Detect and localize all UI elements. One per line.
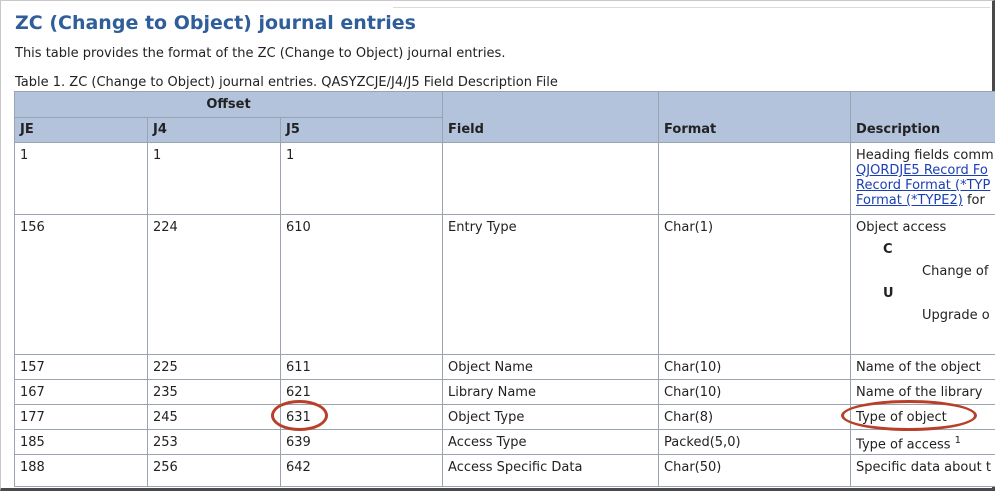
format-cell bbox=[658, 142, 852, 215]
j4-cell: 224 bbox=[147, 214, 281, 355]
j4-cell: 256 bbox=[147, 454, 281, 487]
table-row: 167 235 621 Library Name Char(10) Name o… bbox=[14, 379, 995, 405]
format-cell: Char(10) bbox=[658, 354, 852, 380]
field-cell: Access Specific Data bbox=[442, 454, 660, 487]
je-cell: 156 bbox=[14, 214, 148, 355]
j5-cell: 639 bbox=[279, 429, 444, 455]
field-cell: Object Name bbox=[442, 354, 660, 380]
j5-cell: 611 bbox=[279, 354, 444, 380]
qjordje5-link[interactable]: QJORDJE5 Record Fo bbox=[856, 163, 988, 178]
format-type2-link[interactable]: Format (*TYPE2) bbox=[856, 193, 963, 208]
description-cell: Name of the object bbox=[850, 354, 995, 380]
record-format-link[interactable]: Record Format (*TYP bbox=[856, 178, 990, 193]
intro-text: This table provides the format of the ZC… bbox=[15, 46, 506, 61]
journal-entries-table: Offset Field Format Description JE J4 J5… bbox=[13, 91, 995, 487]
field-header: Field bbox=[442, 91, 660, 143]
code-c-meaning: Change of bbox=[922, 264, 989, 279]
offset-header: Offset bbox=[13, 91, 444, 118]
j5-cell: 642 bbox=[279, 454, 444, 487]
description-text: Type of access bbox=[856, 437, 951, 453]
footnote-ref: 1 bbox=[954, 435, 962, 446]
j5-cell: 621 bbox=[279, 379, 444, 405]
je-header: JE bbox=[14, 117, 148, 143]
format-cell: Char(8) bbox=[658, 404, 852, 430]
field-cell bbox=[442, 142, 660, 215]
description-text: Heading fields comm bbox=[856, 148, 994, 163]
format-cell: Char(1) bbox=[658, 214, 852, 355]
table-caption: Table 1. ZC (Change to Object) journal e… bbox=[15, 75, 558, 90]
j4-header: J4 bbox=[147, 117, 281, 143]
j4-cell: 235 bbox=[147, 379, 281, 405]
description-tail: for bbox=[962, 193, 985, 208]
field-cell: Library Name bbox=[442, 379, 660, 405]
field-cell: Object Type bbox=[442, 404, 660, 430]
je-cell: 185 bbox=[14, 429, 148, 455]
j4-cell: 253 bbox=[147, 429, 281, 455]
j5-header: J5 bbox=[279, 117, 444, 143]
j4-cell: 225 bbox=[147, 354, 281, 380]
j4-cell: 1 bbox=[147, 142, 281, 215]
je-cell: 157 bbox=[14, 354, 148, 380]
description-cell: Name of the library bbox=[850, 379, 995, 405]
format-cell: Char(50) bbox=[658, 454, 852, 487]
format-header: Format bbox=[658, 91, 852, 143]
table-row: 188 256 642 Access Specific Data Char(50… bbox=[14, 454, 995, 487]
table-row: 156 224 610 Entry Type Char(1) Object ac… bbox=[14, 214, 995, 355]
table-row: 1 1 1 Heading fields comm QJORDJE5 Recor… bbox=[14, 142, 995, 215]
page-title: ZC (Change to Object) journal entries bbox=[15, 12, 416, 34]
description-cell: Heading fields comm QJORDJE5 Record Fo R… bbox=[850, 142, 995, 215]
description-cell: Object access C Change of U Upgrade o bbox=[850, 214, 995, 355]
description-cell: Specific data about t bbox=[850, 454, 995, 487]
format-cell: Packed(5,0) bbox=[658, 429, 852, 455]
description-header: Description bbox=[850, 91, 995, 143]
j5-cell: 631 bbox=[279, 404, 444, 430]
je-cell: 177 bbox=[14, 404, 148, 430]
code-u: U bbox=[883, 286, 894, 301]
description-cell: Type of object bbox=[850, 404, 995, 430]
table-row: 157 225 611 Object Name Char(10) Name of… bbox=[14, 354, 995, 380]
field-cell: Entry Type bbox=[442, 214, 660, 355]
j4-cell: 245 bbox=[147, 404, 281, 430]
format-cell: Char(10) bbox=[658, 379, 852, 405]
code-c: C bbox=[883, 242, 893, 257]
je-cell: 167 bbox=[14, 379, 148, 405]
table-row: 177 245 631 Object Type Char(8) Type of … bbox=[14, 404, 995, 430]
field-cell: Access Type bbox=[442, 429, 660, 455]
description-text: Object access bbox=[856, 220, 947, 235]
header-rule bbox=[393, 7, 990, 8]
table-row: 185 253 639 Access Type Packed(5,0) Type… bbox=[14, 429, 995, 455]
je-cell: 188 bbox=[14, 454, 148, 487]
je-cell: 1 bbox=[14, 142, 148, 215]
code-u-meaning: Upgrade o bbox=[922, 308, 990, 323]
j5-cell: 610 bbox=[279, 214, 444, 355]
description-cell: Type of access 1 bbox=[850, 429, 995, 455]
j5-cell: 1 bbox=[279, 142, 444, 215]
